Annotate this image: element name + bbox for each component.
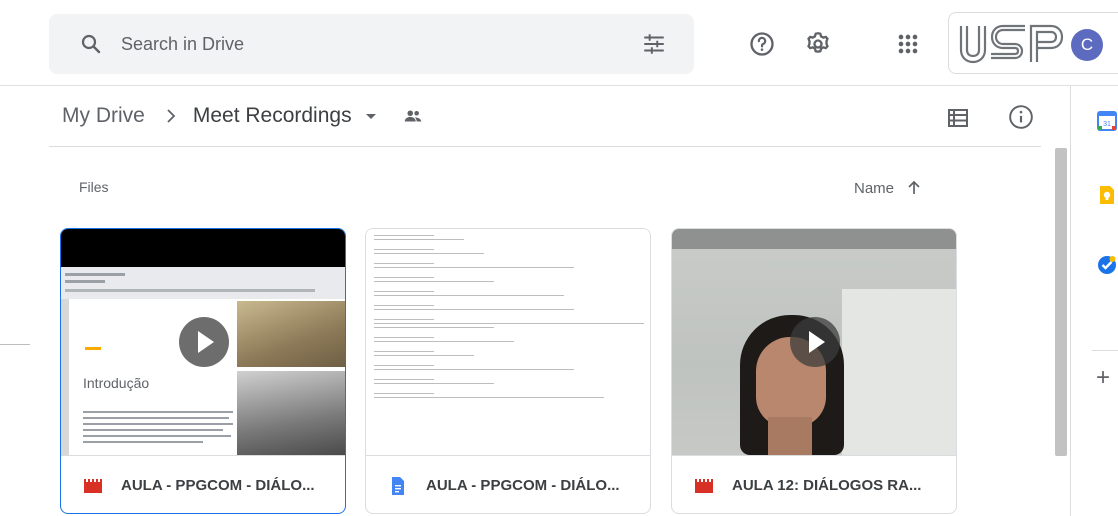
scrollbar[interactable] [1055,148,1067,456]
folder-menu-dropdown-icon[interactable] [362,107,380,125]
search-bar[interactable] [49,14,694,74]
play-icon[interactable] [790,317,840,367]
keep-icon[interactable] [1096,184,1118,206]
tasks-icon[interactable] [1096,254,1118,276]
file-card-footer: AULA - PPGCOM - DIÁLO... [61,455,345,513]
file-name[interactable]: AULA - PPGCOM - DIÁLO... [426,477,620,494]
video-file-icon [84,478,102,493]
info-icon[interactable] [1008,104,1034,130]
file-card-footer: AULA 12: DIÁLOGOS RA... [672,455,956,513]
files-section-label: Files [79,179,109,195]
file-name[interactable]: AULA - PPGCOM - DIÁLO... [121,477,315,494]
search-icon[interactable] [79,32,103,56]
arrow-up-icon[interactable] [904,178,924,198]
file-name[interactable]: AULA 12: DIÁLOGOS RA... [732,477,921,494]
breadcrumb-current-folder[interactable]: Meet Recordings [193,104,352,128]
apps-grid-icon[interactable] [894,30,922,58]
usp-logo [959,24,1064,64]
shared-folder-icon [404,110,421,122]
sort-by-name-button[interactable]: Name [854,178,924,198]
file-card-footer: AULA - PPGCOM - DIÁLO... [366,455,650,513]
slide-title: Introdução [83,375,150,391]
chevron-right-icon [167,109,176,123]
account-avatar[interactable]: C [1071,29,1103,61]
svg-text:31: 31 [1103,121,1111,128]
side-panel-divider [1070,86,1071,516]
play-icon[interactable] [179,317,229,367]
file-card[interactable]: Introdução AULA - PPGCOM - DIÁLO... [60,228,346,514]
document-thumbnail [366,229,650,455]
settings-icon[interactable] [804,30,832,58]
file-card[interactable]: AULA - PPGCOM - DIÁLO... [365,228,651,514]
video-thumbnail: Introdução [61,229,345,455]
video-thumbnail [672,229,956,455]
list-view-icon[interactable] [946,106,970,130]
sort-label: Name [854,179,895,197]
docs-file-icon [392,476,404,495]
video-file-icon [695,478,713,493]
side-panel-separator [1092,350,1118,351]
search-input[interactable] [121,28,641,60]
calendar-icon[interactable]: 31 [1096,110,1118,132]
account-area[interactable]: C [948,12,1118,74]
breadcrumb: My Drive Meet Recordings [62,96,424,136]
add-icon[interactable]: + [1096,366,1110,390]
header-divider [0,85,1118,86]
left-edge-marker [0,344,30,345]
help-icon[interactable] [748,30,776,58]
breadcrumb-divider [49,146,1041,147]
search-options-icon[interactable] [641,31,667,57]
breadcrumb-my-drive[interactable]: My Drive [62,104,145,128]
file-card[interactable]: AULA 12: DIÁLOGOS RA... [671,228,957,514]
